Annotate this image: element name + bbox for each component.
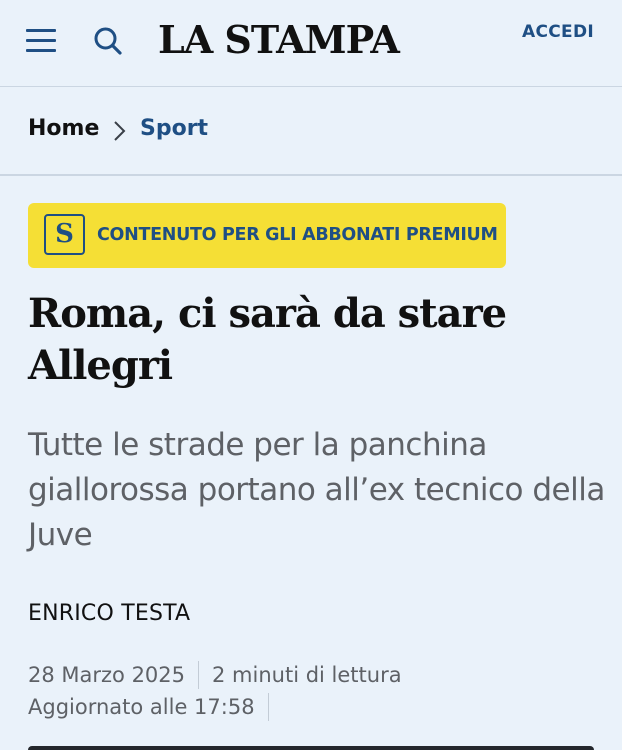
article-author[interactable]: ENRICO TESTA	[28, 601, 190, 626]
breadcrumb-home-link[interactable]: Home	[28, 116, 99, 141]
content-divider	[28, 746, 594, 750]
site-logo[interactable]: LA STAMPA	[158, 14, 464, 66]
search-icon[interactable]	[92, 25, 124, 57]
meta-divider	[198, 661, 199, 689]
breadcrumb: Home Sport	[0, 87, 622, 176]
top-header: LA STAMPA ACCEDI	[0, 0, 622, 87]
article-meta-row: 28 Marzo 2025 2 minuti di lettura	[28, 661, 402, 689]
meta-divider	[268, 693, 269, 721]
chevron-right-icon	[110, 119, 130, 143]
article-updated-time: Aggiornato alle 17:58	[28, 695, 255, 719]
premium-logo-icon: S	[44, 214, 85, 255]
article-reading-time: 2 minuti di lettura	[212, 663, 402, 687]
article-update-row: Aggiornato alle 17:58	[28, 693, 282, 721]
hamburger-menu-icon[interactable]	[26, 29, 56, 53]
article-subtitle: Tutte le strade per la panchina gialloro…	[28, 423, 608, 558]
premium-badge-label: CONTENUTO PER GLI ABBONATI PREMIUM	[97, 225, 498, 245]
login-button[interactable]: ACCEDI	[522, 22, 594, 42]
premium-content-badge[interactable]: S CONTENUTO PER GLI ABBONATI PREMIUM	[28, 203, 506, 268]
article-title: Roma, ci sarà da stare Allegri	[28, 288, 598, 392]
breadcrumb-sport-link[interactable]: Sport	[140, 116, 208, 141]
article-date: 28 Marzo 2025	[28, 663, 185, 687]
